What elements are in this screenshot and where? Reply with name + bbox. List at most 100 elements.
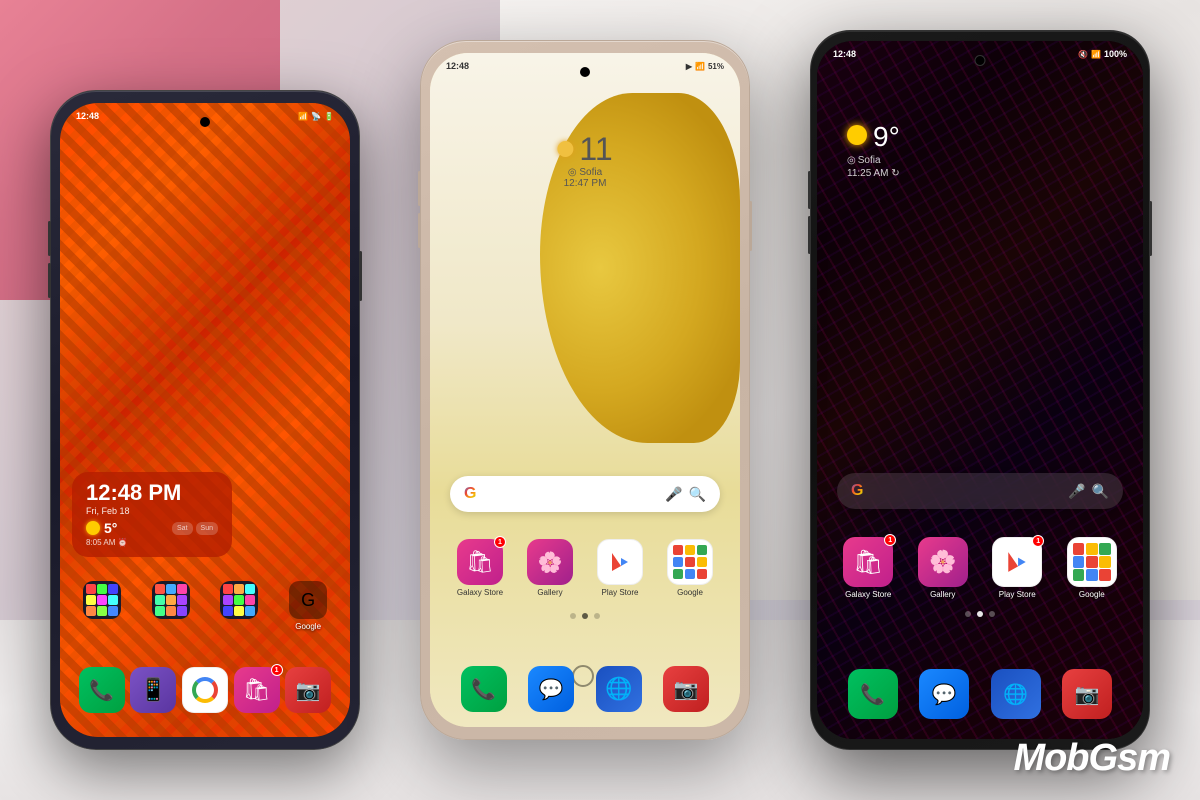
sun-icon-left: [86, 521, 100, 535]
app-google-center[interactable]: Google: [660, 539, 720, 597]
clock-time-left: 12:48 PM: [86, 482, 218, 504]
dock-viber-left[interactable]: 📱: [130, 667, 176, 713]
dot1-center: [570, 613, 576, 619]
gallery-symbol-right: 🌸: [929, 549, 956, 575]
badge-galaxystore-right: 1: [884, 534, 896, 546]
dock-internet-right[interactable]: 🌐: [991, 669, 1041, 719]
app-gallery-right[interactable]: 🌸 Gallery: [912, 537, 975, 599]
dock-messages-right[interactable]: 💬: [919, 669, 969, 719]
app-google-right[interactable]: Google: [1061, 537, 1124, 599]
clock-widget-left: 12:48 PM Fri, Feb 18 5° Sat: [72, 472, 232, 557]
dock-camera-right[interactable]: 📷: [1062, 669, 1112, 719]
power-button-right[interactable]: [1149, 201, 1152, 256]
wallpaper-right: 12:48 🔇 📶 100%: [817, 41, 1143, 739]
dot2-center: [582, 613, 588, 619]
app-gallery-center[interactable]: 🌸 Gallery: [520, 539, 580, 597]
sat-label: Sat: [177, 525, 188, 532]
camera-center: [580, 67, 590, 77]
wifi-icon-left: 📡: [311, 112, 321, 121]
screen-left: 12:48 📶 📡 🔋 12:48 PM: [60, 103, 350, 737]
app-grid-right: 🛍 1 Galaxy Store 🌸 Gallery: [837, 537, 1123, 599]
dock-chrome-left[interactable]: [182, 667, 228, 713]
wallpaper-center: 12:48 ▶ 📶 51%: [430, 53, 740, 727]
app-galaxystore-center[interactable]: 🛍 1 Galaxy Store: [450, 539, 510, 597]
widget-area-left: 12:48 PM Fri, Feb 18 5° Sat: [72, 472, 338, 557]
dock-internet-center[interactable]: 🌐: [596, 666, 642, 712]
dock-left: 📞 📱: [76, 667, 334, 713]
dot3-center: [594, 613, 600, 619]
weather-temp-display: 9°: [847, 121, 900, 153]
playstore-label-center: Play Store: [602, 588, 639, 597]
camera-icon-right: 📷: [1062, 669, 1112, 719]
scene: 12:48 📶 📡 🔋 12:48 PM: [0, 0, 1200, 800]
weather-temp-right: 9°: [873, 121, 900, 153]
google-g-right: G: [851, 482, 863, 500]
search-bar-right[interactable]: G 🎤 🔍: [837, 473, 1123, 509]
status-icons-right: 🔇 📶 100%: [1078, 49, 1127, 59]
playstore-label-right: Play Store: [999, 590, 1036, 599]
phone-icon-right: 📞: [848, 669, 898, 719]
camera-right: [975, 55, 986, 66]
dock-phone-left[interactable]: 📞: [79, 667, 125, 713]
app-icon3: [220, 581, 258, 619]
vol-up-button-center[interactable]: [418, 171, 421, 206]
vol-down-button-right[interactable]: [808, 216, 811, 254]
dock-camera-left[interactable]: 📷: [285, 667, 331, 713]
google-g-center: G: [464, 485, 476, 503]
lens-icon-center[interactable]: 🔍: [689, 486, 706, 503]
google-label-right: Google: [1079, 590, 1105, 599]
app-playstore-right[interactable]: 1 Play Store: [986, 537, 1049, 599]
galaxystore-label-center: Galaxy Store: [457, 588, 503, 597]
signal-icon-center: 📶: [695, 62, 705, 71]
clock-date-left: Fri, Feb 18: [86, 506, 218, 516]
viber-icon-left: 📱: [130, 667, 176, 713]
app-galaxystore-right[interactable]: 🛍 1 Galaxy Store: [837, 537, 900, 599]
dock-phone-center[interactable]: 📞: [461, 666, 507, 712]
google-label-center: Google: [677, 588, 703, 597]
mic-icon-right[interactable]: 🎤: [1068, 483, 1085, 500]
gallery-icon-symbol: 🌸: [538, 550, 563, 575]
power-button-center[interactable]: [749, 201, 752, 251]
watermark: MobGsm: [1013, 737, 1170, 780]
vol-down-button-center[interactable]: [418, 213, 421, 248]
mic-icon-center[interactable]: 🎤: [665, 486, 682, 503]
search-bar-center[interactable]: G 🎤 🔍: [450, 476, 720, 512]
dock-messages-center[interactable]: 💬: [528, 666, 574, 712]
dock-galaxystore-left[interactable]: 🛍 1: [234, 667, 280, 713]
bag-icon-center: 🛍: [466, 549, 494, 575]
app-icon-grid1[interactable]: [70, 581, 134, 631]
gallery-label-right: Gallery: [930, 590, 955, 599]
vol-up-button-right[interactable]: [808, 171, 811, 209]
date-number-center: 11: [579, 133, 612, 165]
galaxystore-icon-right: 🛍 1: [843, 537, 893, 587]
app-icon-grid2[interactable]: [139, 581, 203, 631]
app-icon-grid3[interactable]: [208, 581, 272, 631]
dock-camera-center[interactable]: 📷: [663, 666, 709, 712]
date-display: 11: [557, 133, 612, 165]
signal-icon-left: 📶: [298, 112, 308, 121]
bag-icon-right: 🛍: [853, 548, 883, 577]
dock-phone-right[interactable]: 📞: [848, 669, 898, 719]
page-dots-right: [817, 611, 1143, 617]
phone-body-left: 12:48 📶 📡 🔋 12:48 PM: [50, 90, 360, 750]
weather-time-right: 11:25 AM ↻: [847, 168, 900, 179]
media-icon-center: ▶: [686, 62, 692, 71]
calendar-sat-left: Sat: [172, 522, 193, 535]
play-store-svg-right: [1005, 550, 1029, 574]
phone-right: 12:48 🔇 📶 100%: [810, 30, 1150, 750]
google-icon-right: [1067, 537, 1117, 587]
vol-up-button-left[interactable]: [48, 221, 51, 256]
date-time-center: 12:47 PM: [557, 178, 612, 189]
date-widget-center: 11 ◎ Sofia 12:47 PM: [557, 133, 612, 189]
bag-icon: 🛍: [243, 677, 271, 703]
power-button-left[interactable]: [359, 251, 362, 301]
status-icons-center: ▶ 📶 51%: [686, 62, 724, 71]
phone-body-center: 12:48 ▶ 📶 51%: [420, 40, 750, 740]
sun-icon-right: [847, 125, 867, 145]
date-location-center: ◎ Sofia: [557, 167, 612, 178]
lens-icon-right[interactable]: 🔍: [1092, 483, 1109, 500]
dot3-right: [989, 611, 995, 617]
vol-down-button-left[interactable]: [48, 263, 51, 298]
app-playstore-center[interactable]: Play Store: [590, 539, 650, 597]
app-icon-google-folder[interactable]: G Google: [276, 581, 340, 631]
